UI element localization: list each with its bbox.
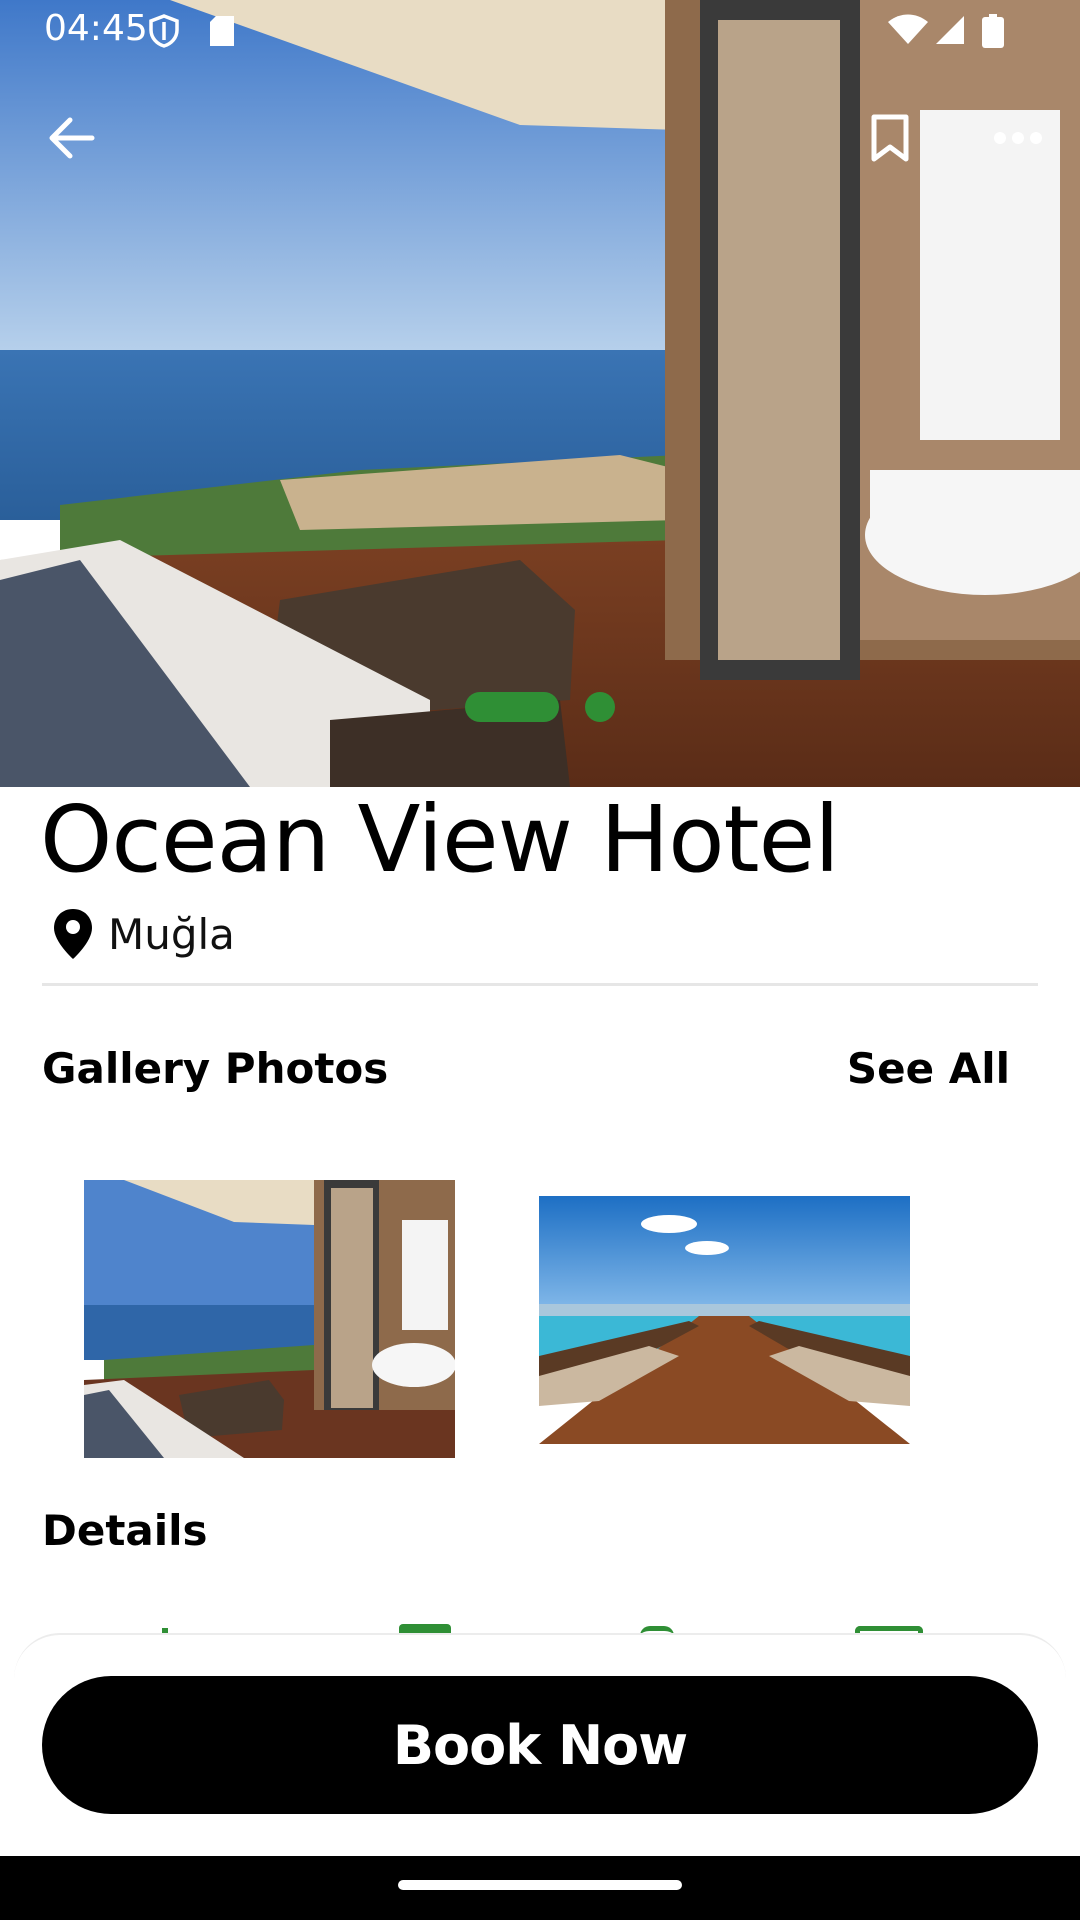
carousel-page-indicator [0,690,1080,724]
bookmark-icon [871,114,909,162]
gallery-heading: Gallery Photos [42,1044,389,1093]
gallery-photo-image [84,1180,455,1458]
location-pin-icon [54,909,92,959]
book-now-button[interactable]: Book Now [42,1676,1038,1814]
gallery-photo[interactable] [539,1196,910,1444]
wifi-icon [888,14,928,44]
more-options-button[interactable] [978,98,1058,178]
gallery-photo[interactable] [84,1180,455,1458]
carousel-dot[interactable] [585,692,615,722]
signal-icon [936,16,964,44]
divider [42,983,1038,986]
carousel-dot-active[interactable] [465,692,559,722]
gallery-photo-image [539,1196,910,1444]
back-button[interactable] [32,98,112,178]
hotel-location: Muğla [52,906,235,962]
hotel-name: Ocean View Hotel [40,786,840,893]
status-time: 04:45 [44,8,148,49]
arrow-left-icon [49,117,95,159]
shield-icon [149,14,179,48]
home-indicator[interactable] [398,1880,682,1890]
status-bar: 04:45 [0,0,1080,60]
bookmark-button[interactable] [850,98,930,178]
see-all-link[interactable]: See All [847,1044,1010,1093]
battery-icon [982,14,1004,48]
details-heading: Details [42,1506,208,1555]
hero-image-carousel[interactable]: 04:45 [0,0,1080,787]
more-horizontal-icon [994,132,1042,144]
location-label: Muğla [108,909,235,959]
sd-card-icon [210,16,234,46]
